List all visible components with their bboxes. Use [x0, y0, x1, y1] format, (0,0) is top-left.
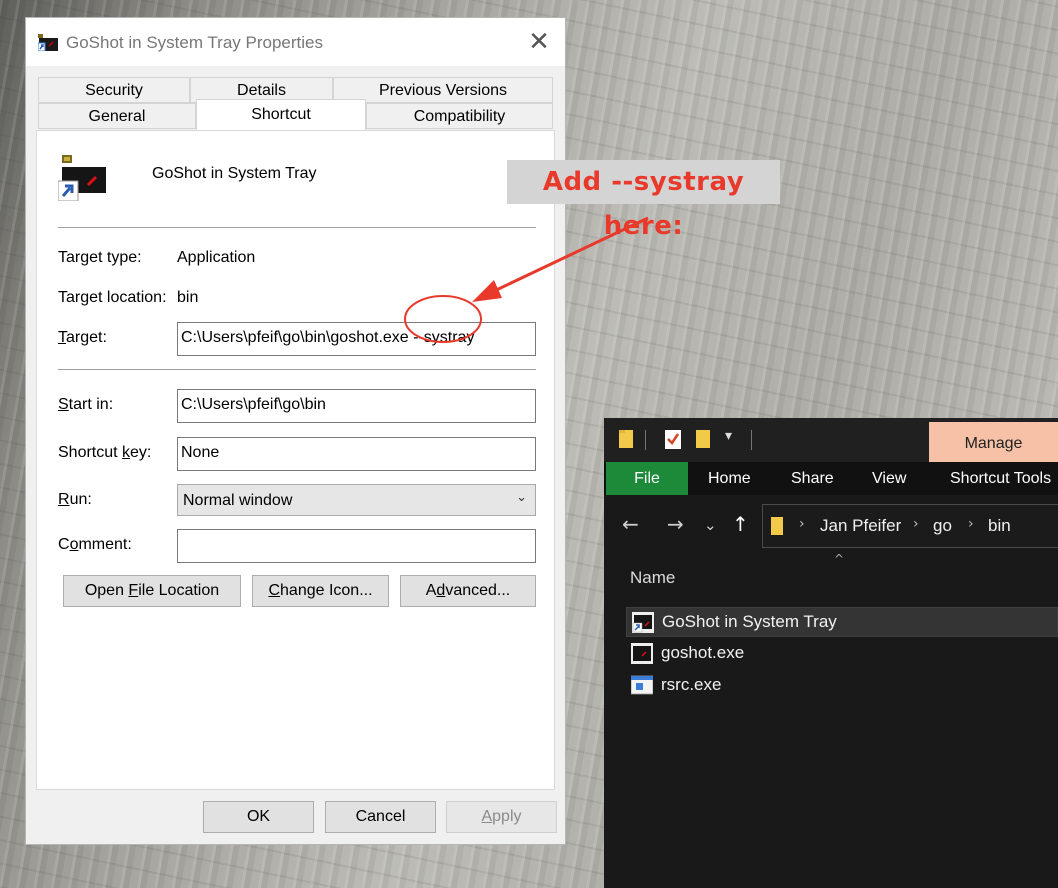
- quick-access-toolbar: ▾ Manage: [604, 418, 1058, 462]
- breadcrumb-separator-icon: ›: [799, 516, 805, 532]
- shortcut-panel: GoShot in System Tray Target type: Appli…: [36, 130, 555, 790]
- tab-compatibility[interactable]: Compatibility: [366, 103, 553, 129]
- tab-general[interactable]: General: [38, 103, 196, 129]
- comment-label: Comment:: [58, 536, 132, 553]
- ribbon-tab-home[interactable]: Home: [708, 462, 751, 495]
- breadcrumb-item[interactable]: Jan Pfeifer: [820, 516, 901, 536]
- target-input[interactable]: C:\Users\pfeif\go\bin\goshot.exe --systr…: [177, 322, 536, 356]
- forward-arrow-icon[interactable]: →: [667, 512, 684, 536]
- shortcut-key-label: Shortcut key:: [58, 444, 152, 461]
- exe-icon: [631, 675, 653, 695]
- ribbon-tab-file[interactable]: File: [606, 462, 688, 495]
- shortcut-icon: [632, 612, 654, 633]
- navigation-bar: ← → ⌄ ↑ › Jan Pfeifer › go › bin: [604, 504, 1058, 550]
- ribbon-tab-shortcut-tools[interactable]: Shortcut Tools: [950, 462, 1051, 495]
- dialog-titlebar[interactable]: GoShot in System Tray Properties ✕: [26, 18, 565, 66]
- breadcrumb-separator-icon: ›: [913, 516, 919, 532]
- run-select[interactable]: Normal window ⌄: [177, 484, 536, 516]
- chevron-down-icon: ⌄: [516, 490, 527, 505]
- divider: [58, 369, 536, 370]
- tab-previous-versions[interactable]: Previous Versions: [333, 77, 553, 103]
- folder-icon: [771, 517, 783, 535]
- customize-toolbar-icon[interactable]: ▾: [725, 428, 732, 444]
- file-row[interactable]: goshot.exe: [626, 639, 1058, 669]
- run-label: Run:: [58, 491, 92, 508]
- dialog-title: GoShot in System Tray Properties: [66, 33, 323, 52]
- sort-ascending-icon: ^: [834, 552, 845, 566]
- breadcrumb-item[interactable]: go: [933, 516, 952, 536]
- file-name: goshot.exe: [661, 643, 745, 662]
- start-in-label: Start in:: [58, 396, 114, 413]
- column-header-name[interactable]: Name: [630, 568, 675, 588]
- ribbon-tabs: File Home Share View Shortcut Tools: [604, 462, 1058, 495]
- ribbon-tab-share[interactable]: Share: [791, 462, 834, 495]
- run-select-value: Normal window: [183, 492, 293, 509]
- manage-contextual-tab[interactable]: Manage: [929, 422, 1058, 462]
- open-file-location-button[interactable]: Open File Location: [63, 575, 241, 607]
- new-folder-icon[interactable]: [696, 428, 710, 450]
- divider: [645, 430, 646, 450]
- shortcut-icon: [58, 155, 106, 201]
- target-type-value: Application: [177, 249, 256, 266]
- app-icon: [38, 34, 58, 51]
- app-exe-icon: [631, 643, 653, 664]
- change-icon-button[interactable]: Change Icon...: [252, 575, 389, 607]
- breadcrumb-separator-icon: ›: [968, 516, 974, 532]
- recent-locations-chevron-icon[interactable]: ⌄: [704, 516, 717, 534]
- divider: [751, 430, 752, 450]
- properties-dialog: GoShot in System Tray Properties ✕ Secur…: [25, 17, 566, 845]
- file-name: GoShot in System Tray: [662, 612, 837, 631]
- properties-icon[interactable]: [664, 428, 682, 450]
- target-location-value: bin: [177, 289, 199, 306]
- divider: [58, 227, 536, 228]
- tab-shortcut[interactable]: Shortcut: [196, 99, 366, 130]
- target-location-label: Target location:: [58, 289, 167, 306]
- up-arrow-icon[interactable]: ↑: [732, 512, 749, 536]
- file-explorer-window: ▾ Manage File Home Share View Shortcut T…: [604, 418, 1058, 888]
- target-label: Target:: [58, 329, 107, 346]
- file-name: rsrc.exe: [661, 675, 722, 694]
- annotation-callout: Add --systray here:: [507, 160, 780, 241]
- tab-security[interactable]: Security: [38, 77, 190, 103]
- address-bar[interactable]: › Jan Pfeifer › go › bin: [762, 504, 1058, 548]
- file-row-selected[interactable]: GoShot in System Tray: [626, 607, 1058, 637]
- folder-icon[interactable]: [619, 428, 633, 450]
- start-in-input[interactable]: C:\Users\pfeif\go\bin: [177, 389, 536, 423]
- close-icon[interactable]: ✕: [527, 29, 551, 55]
- ok-button[interactable]: OK: [203, 801, 314, 833]
- advanced-button[interactable]: Advanced...: [400, 575, 536, 607]
- cancel-button[interactable]: Cancel: [325, 801, 436, 833]
- ribbon-tab-view[interactable]: View: [872, 462, 906, 495]
- apply-button[interactable]: Apply: [446, 801, 557, 833]
- shortcut-key-input[interactable]: None: [177, 437, 536, 471]
- breadcrumb-item[interactable]: bin: [988, 516, 1011, 536]
- back-arrow-icon[interactable]: ←: [622, 512, 639, 536]
- shortcut-name: GoShot in System Tray: [152, 165, 317, 182]
- comment-input[interactable]: [177, 529, 536, 563]
- file-row[interactable]: rsrc.exe: [626, 671, 1058, 701]
- target-type-label: Target type:: [58, 249, 142, 266]
